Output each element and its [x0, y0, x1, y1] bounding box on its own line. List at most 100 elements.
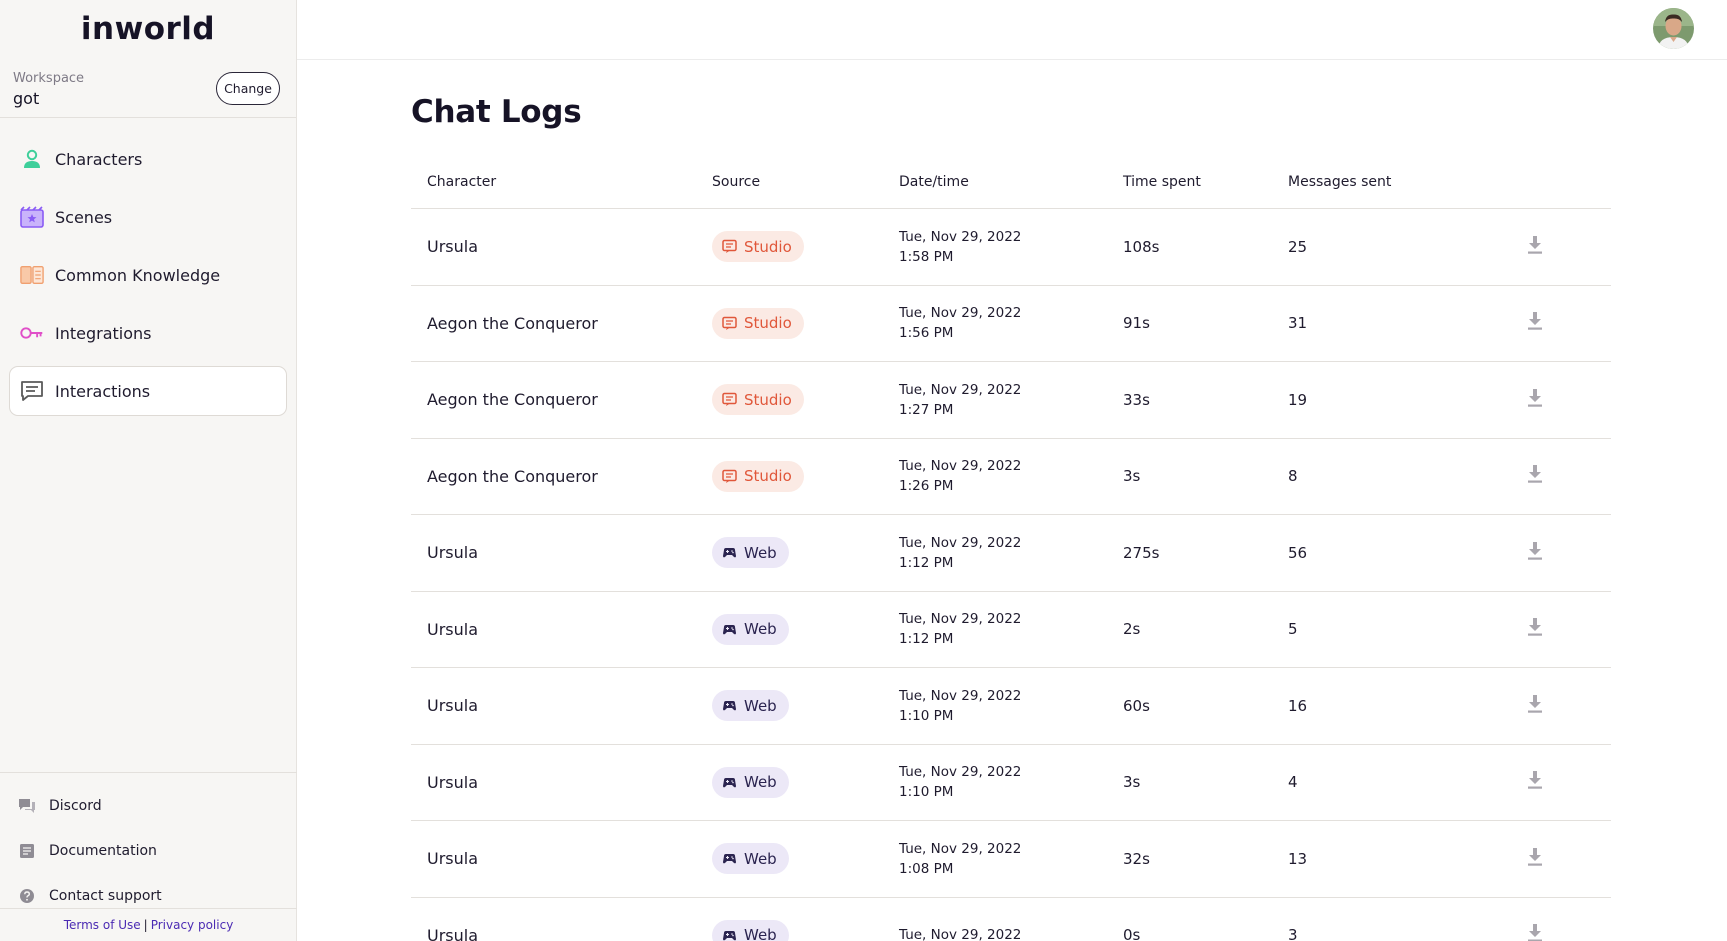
- row-source: Web: [712, 766, 899, 798]
- download-button[interactable]: [1505, 617, 1565, 641]
- row-date: Tue, Nov 29, 2022: [899, 381, 1022, 398]
- sidebar-item-characters[interactable]: Characters: [9, 134, 287, 184]
- sidebar-item-interactions[interactable]: Interactions: [9, 366, 287, 416]
- table-row[interactable]: Ursula Studio Tue, Nov 29, 2022 1:58 PM 108s…: [411, 209, 1611, 286]
- row-source: Web: [712, 919, 899, 941]
- row-datetime: Tue, Nov 29, 2022 1:27 PM: [899, 380, 1123, 420]
- download-icon: [1526, 235, 1544, 259]
- download-button[interactable]: [1505, 235, 1565, 259]
- row-time-spent: 3s: [1123, 773, 1141, 792]
- row-character: Ursula: [427, 925, 479, 941]
- row-time-spent: 3s: [1123, 467, 1141, 486]
- row-date: Tue, Nov 29, 2022: [899, 305, 1022, 322]
- download-button[interactable]: [1505, 464, 1565, 488]
- row-time: 1:26 PM: [899, 478, 954, 495]
- book-icon: [20, 263, 44, 287]
- row-source: Studio: [712, 384, 899, 416]
- row-date: Tue, Nov 29, 2022: [899, 927, 1022, 941]
- download-icon: [1526, 847, 1544, 871]
- gamepad-icon: [722, 851, 737, 866]
- row-character: Aegon the Conqueror: [427, 390, 598, 410]
- row-datetime: Tue, Nov 29, 2022 1:26 PM: [899, 456, 1123, 496]
- download-button[interactable]: [1505, 847, 1565, 871]
- inworld-logo[interactable]: inworld: [0, 0, 296, 58]
- source-label: Web: [744, 696, 777, 715]
- row-character: Ursula: [427, 237, 479, 257]
- sidebar-item-label: Characters: [55, 149, 143, 169]
- table-row[interactable]: Ursula Web Tue, Nov 29, 2022 1:08 PM 32s 13: [411, 821, 1611, 898]
- discord-link[interactable]: Discord: [0, 783, 297, 828]
- row-time-spent: 32s: [1123, 849, 1150, 868]
- workspace-section: Workspace got Change: [0, 58, 296, 118]
- row-source: Web: [712, 613, 899, 645]
- table-row[interactable]: Aegon the Conqueror Studio Tue, Nov 29, 20…: [411, 286, 1611, 362]
- source-label: Web: [744, 849, 777, 868]
- sidebar-item-common-knowledge[interactable]: Common Knowledge: [9, 250, 287, 300]
- download-button[interactable]: [1505, 694, 1565, 718]
- sidebar-item-integrations[interactable]: Integrations: [9, 308, 287, 358]
- table-row[interactable]: Ursula Web Tue, Nov 29, 2022 1:10 PM 3s 4: [411, 745, 1611, 821]
- row-time-spent: 91s: [1123, 314, 1150, 333]
- table-header: Character Source Date/time Time spent Me…: [411, 155, 1611, 209]
- row-time: 1:08 PM: [899, 860, 954, 877]
- row-date: Tue, Nov 29, 2022: [899, 764, 1022, 781]
- studio-chat-icon: [722, 392, 737, 407]
- row-messages-sent: 8: [1288, 467, 1298, 486]
- table-row[interactable]: Ursula Web Tue, Nov 29, 2022 0s 3: [411, 898, 1611, 941]
- row-time-spent: 275s: [1123, 543, 1160, 562]
- document-icon: [18, 842, 36, 860]
- table-row[interactable]: Aegon the Conqueror Studio Tue, Nov 29, 20…: [411, 439, 1611, 515]
- download-button[interactable]: [1505, 923, 1565, 941]
- row-time: 1:10 PM: [899, 707, 954, 724]
- table-row[interactable]: Ursula Web Tue, Nov 29, 2022 1:10 PM 60s 16: [411, 668, 1611, 745]
- download-button[interactable]: [1505, 388, 1565, 412]
- row-source: Studio: [712, 307, 899, 339]
- row-time-spent: 0s: [1123, 926, 1141, 941]
- gamepad-icon: [722, 622, 737, 637]
- source-badge: Studio: [712, 307, 804, 339]
- source-badge: Web: [712, 613, 789, 645]
- column-header-datetime: Date/time: [899, 173, 969, 190]
- terms-of-use-link[interactable]: Terms of Use: [64, 918, 141, 932]
- download-icon: [1526, 541, 1544, 565]
- gamepad-icon: [722, 545, 737, 560]
- row-time: 1:10 PM: [899, 784, 954, 801]
- legal-separator: |: [143, 918, 148, 932]
- row-messages-sent: 56: [1288, 543, 1308, 562]
- download-button[interactable]: [1505, 770, 1565, 794]
- scene-icon: [20, 205, 44, 229]
- table-row[interactable]: Ursula Web Tue, Nov 29, 2022 1:12 PM 275s 56: [411, 515, 1611, 592]
- chat-icon: [20, 379, 44, 403]
- person-icon: [20, 147, 44, 171]
- row-messages-sent: 13: [1288, 849, 1308, 868]
- source-badge: Web: [712, 843, 789, 875]
- download-icon: [1526, 770, 1544, 794]
- column-header-time-spent: Time spent: [1123, 173, 1201, 190]
- sidebar-item-scenes[interactable]: Scenes: [9, 192, 287, 242]
- row-messages-sent: 19: [1288, 390, 1308, 409]
- table-row[interactable]: Aegon the Conqueror Studio Tue, Nov 29, 20…: [411, 362, 1611, 439]
- documentation-link[interactable]: Documentation: [0, 828, 297, 873]
- row-datetime: Tue, Nov 29, 2022: [899, 925, 1123, 941]
- table-row[interactable]: Ursula Web Tue, Nov 29, 2022 1:12 PM 2s 5: [411, 592, 1611, 668]
- row-character: Aegon the Conqueror: [427, 313, 598, 333]
- source-badge: Web: [712, 690, 789, 722]
- source-label: Web: [744, 543, 777, 562]
- source-label: Studio: [744, 314, 792, 333]
- download-button[interactable]: [1505, 541, 1565, 565]
- download-button[interactable]: [1505, 311, 1565, 335]
- sidebar-item-label: Scenes: [55, 207, 113, 227]
- row-date: Tue, Nov 29, 2022: [899, 611, 1022, 628]
- source-label: Web: [744, 926, 777, 941]
- gamepad-icon: [722, 928, 737, 941]
- source-badge: Studio: [712, 231, 804, 263]
- studio-chat-icon: [722, 316, 737, 331]
- source-label: Studio: [744, 237, 792, 256]
- row-messages-sent: 25: [1288, 237, 1308, 256]
- change-workspace-button[interactable]: Change: [216, 72, 280, 105]
- user-avatar[interactable]: [1653, 8, 1694, 49]
- row-source: Studio: [712, 460, 899, 492]
- top-bar: [297, 0, 1727, 60]
- privacy-policy-link[interactable]: Privacy policy: [151, 918, 234, 932]
- row-messages-sent: 4: [1288, 773, 1298, 792]
